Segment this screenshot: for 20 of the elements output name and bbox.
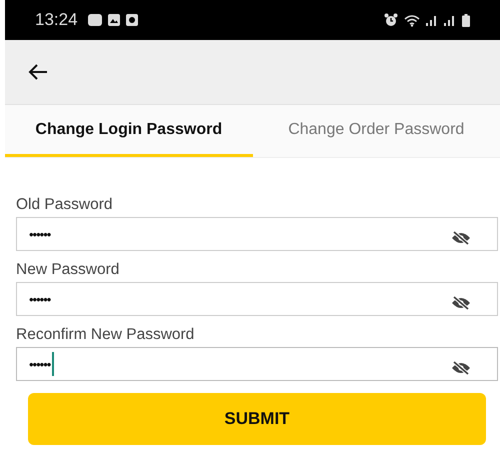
image-icon (108, 14, 120, 26)
password-field[interactable]: •••••• (16, 217, 498, 251)
signal-icon (426, 14, 438, 26)
wifi-icon (404, 14, 420, 26)
signal-icon (444, 14, 456, 26)
tab[interactable]: Change Order Password (252, 105, 500, 157)
field-label: Old Password (16, 196, 114, 214)
battery-icon (462, 14, 470, 26)
alarm-icon (384, 13, 398, 27)
status-time: 13:24 (35, 10, 78, 30)
field-label: Reconfirm New Password (16, 326, 196, 344)
hidden-eye-icon[interactable] (451, 231, 471, 245)
field-label: New Password (16, 261, 120, 279)
password-field[interactable]: •••••• (16, 347, 498, 381)
submit-button[interactable]: SUBMIT (28, 393, 486, 445)
hidden-eye-icon[interactable] (451, 296, 471, 310)
back-arrow-icon[interactable] (28, 64, 48, 80)
password-field[interactable]: •••••• (16, 282, 498, 316)
hidden-eye-icon[interactable] (451, 361, 471, 375)
tab[interactable]: Change Login Password (5, 105, 252, 157)
